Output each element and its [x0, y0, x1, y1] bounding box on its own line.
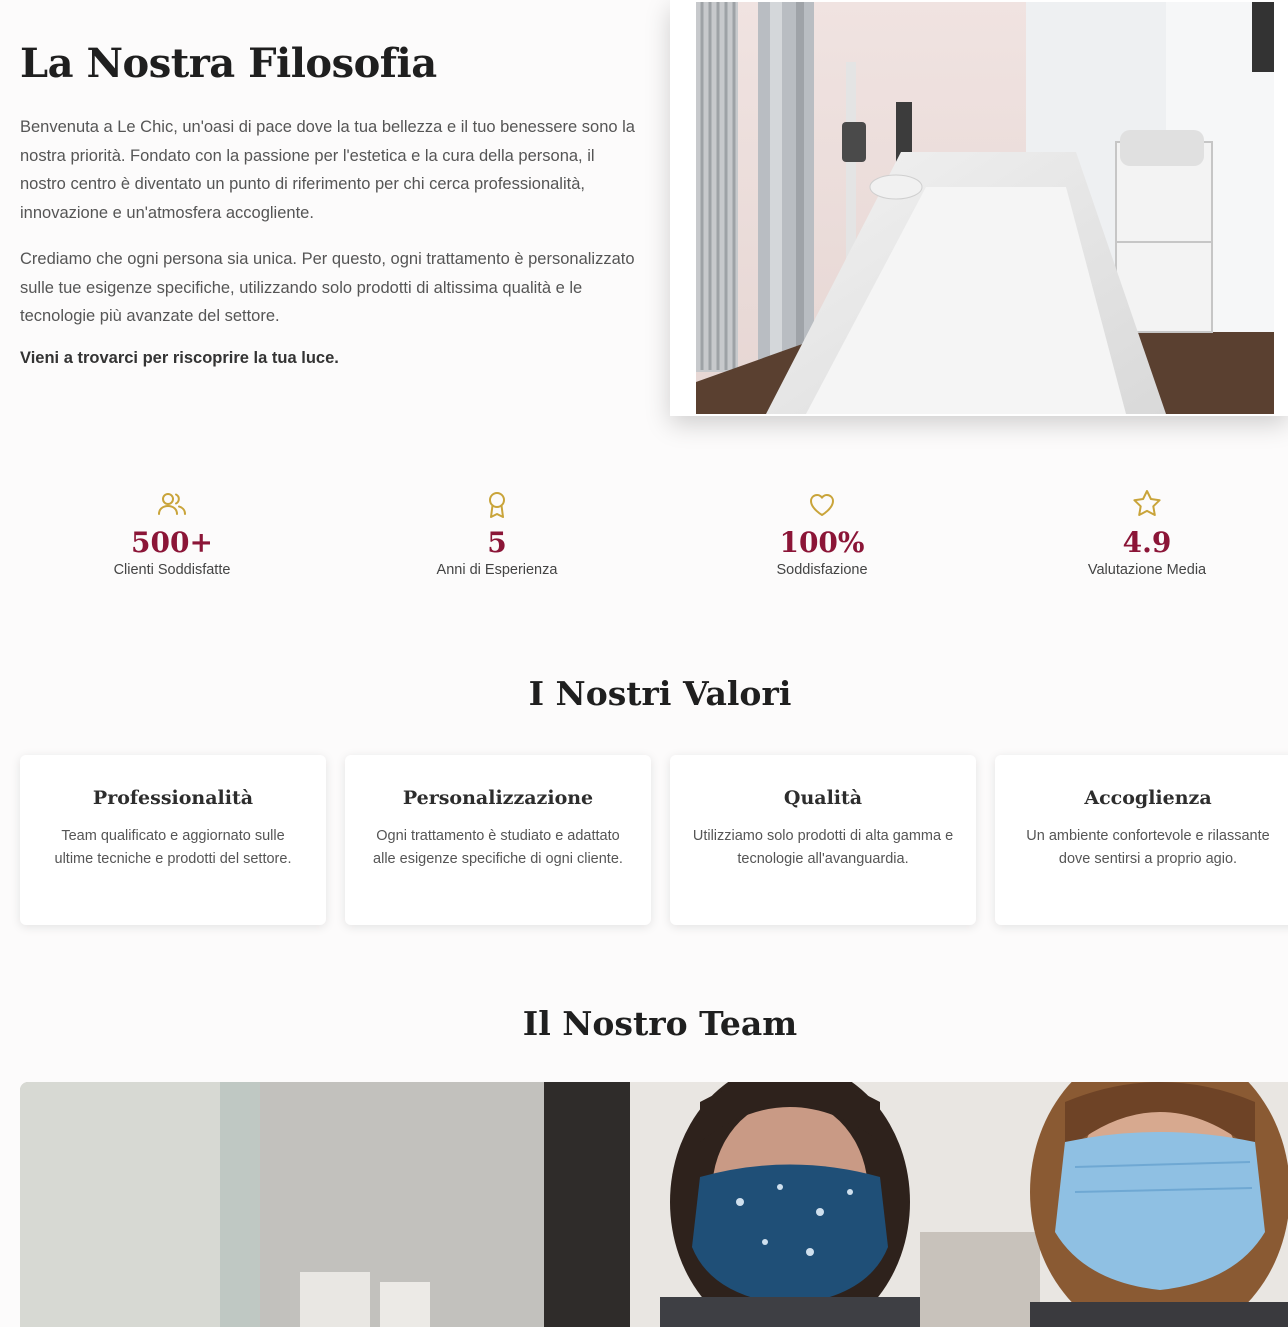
value-card-professionalita: Professionalità Team qualificato e aggio… [20, 755, 326, 925]
treatment-room-illustration [696, 2, 1274, 414]
value-card-text: Team qualificato e aggiornato sulle ulti… [54, 828, 292, 867]
value-card-qualita: Qualità Utilizziamo solo prodotti di alt… [670, 755, 976, 925]
values-cards: Professionalità Team qualificato e aggio… [20, 755, 1288, 927]
value-card-text: Utilizziamo solo prodotti di alta gamma … [692, 828, 954, 867]
stat-label: Soddisfazione [776, 562, 868, 578]
stat-satisfaction: 100% Soddisfazione [672, 488, 972, 578]
stat-label: Clienti Soddisfatte [113, 562, 231, 578]
stat-value: 4.9 [1122, 526, 1172, 559]
users-icon [158, 493, 186, 515]
value-card-accoglienza: Accoglienza Un ambiente confortevole e r… [995, 755, 1288, 925]
philosophy-text: La Nostra Filosofia Benvenuta a Le Chic,… [20, 40, 640, 368]
star-icon [1133, 490, 1161, 516]
philosophy-paragraph-1: Benvenuta a Le Chic, un'oasi di pace dov… [20, 118, 635, 222]
stat-experience: 5 Anni di Esperienza [347, 488, 647, 578]
treatment-room-photo [670, 0, 1288, 416]
stats-section: 500+ Clienti Soddisfatte 5 Anni di Esper… [20, 488, 1288, 608]
team-photo-illustration [20, 1082, 1288, 1327]
value-card-title: Accoglienza [1084, 787, 1212, 809]
value-card-title: Personalizzazione [402, 787, 594, 809]
value-card-title: Qualità [783, 787, 863, 809]
team-title: Il Nostro Team [522, 1004, 798, 1043]
philosophy-closing: Vieni a trovarci per riscoprire la tua l… [20, 348, 339, 367]
philosophy-paragraph-2: Crediamo che ogni persona sia unica. Per… [20, 250, 635, 325]
stat-rating: 4.9 Valutazione Media [997, 488, 1288, 578]
value-card-text: Un ambiente confortevole e rilassante do… [1026, 828, 1270, 867]
award-icon [489, 492, 505, 518]
stat-value: 5 [487, 526, 507, 559]
team-photo [20, 1082, 1288, 1327]
values-title: I Nostri Valori [528, 674, 792, 713]
philosophy-section: La Nostra Filosofia Benvenuta a Le Chic,… [0, 0, 1288, 430]
value-card-personalizzazione: Personalizzazione Ogni trattamento è stu… [345, 755, 651, 925]
philosophy-title: La Nostra Filosofia [20, 40, 437, 87]
stat-value: 500+ [131, 526, 213, 559]
stat-label: Valutazione Media [1087, 562, 1207, 578]
stat-value: 100% [779, 526, 865, 559]
stat-clients: 500+ Clienti Soddisfatte [22, 488, 322, 578]
heart-icon [810, 494, 834, 516]
value-card-title: Professionalità [92, 787, 254, 809]
value-card-text: Ogni trattamento è studiato e adattato a… [373, 828, 623, 867]
stat-label: Anni di Esperienza [436, 562, 558, 578]
